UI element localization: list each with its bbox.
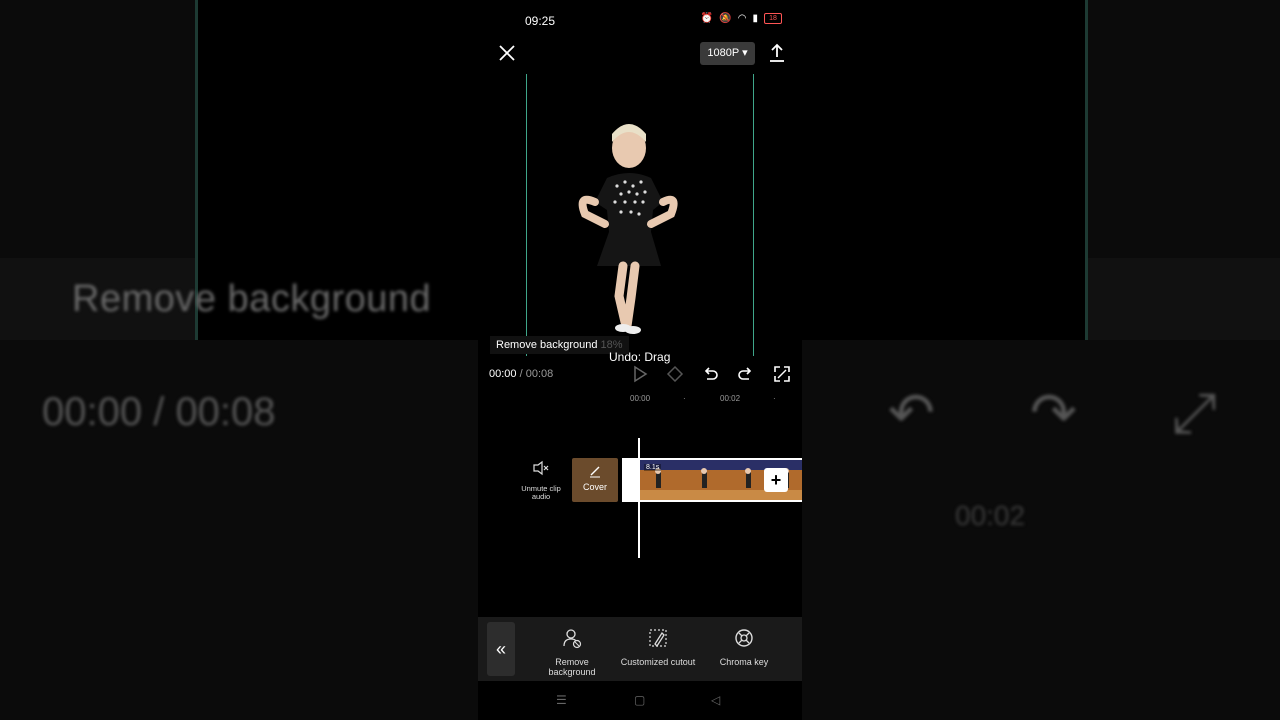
background-remove-text: Remove background	[72, 278, 432, 320]
video-preview[interactable]	[526, 74, 754, 356]
redo-icon[interactable]	[736, 364, 756, 384]
undo-icon[interactable]	[700, 364, 720, 384]
current-time: 00:00	[489, 368, 517, 380]
wifi-icon: ◠	[737, 13, 747, 24]
cover-label: Cover	[582, 482, 607, 492]
remove-background-icon	[563, 629, 582, 649]
edit-pencil-icon	[590, 466, 600, 478]
background-time-text: 00:00 / 00:08	[42, 390, 276, 434]
export-icon[interactable]	[766, 42, 788, 64]
preview-subject-image	[578, 124, 678, 334]
keyframe-icon[interactable]	[665, 364, 685, 384]
alarm-icon: ⏰	[700, 13, 714, 24]
speaker-mute-icon	[533, 460, 549, 476]
bottom-toolbar: « Remove background Customized cutout Ch…	[478, 617, 802, 681]
total-time: / 00:08	[519, 368, 554, 380]
playhead[interactable]	[638, 438, 640, 558]
tool-label: Remove background	[548, 657, 596, 677]
background-time2-text: 00:02	[955, 500, 1026, 531]
signal-icon: ▮	[752, 13, 758, 24]
chroma-key-icon	[735, 629, 753, 647]
battery-icon: 18	[764, 13, 782, 24]
clip-duration: 8.1s	[644, 464, 662, 471]
toast-label: Remove background	[496, 339, 598, 351]
ruler-tick: 00:00	[630, 394, 651, 403]
background-panel-right	[800, 0, 1088, 340]
status-bar: 09:25 ⏰ 🔕 ◠ ▮ 18	[478, 0, 802, 40]
customized-cutout-icon	[649, 629, 667, 648]
phone-screen: 09:25 ⏰ 🔕 ◠ ▮ 18 1080P ▾ Remove backgrou…	[478, 0, 802, 720]
mute-status-icon: 🔕	[719, 13, 732, 24]
home-icon[interactable]: ▢	[634, 693, 645, 707]
ruler-tick: 00:02	[720, 394, 741, 403]
tool-customized-cutout[interactable]: Customized cutout	[618, 627, 698, 667]
play-icon[interactable]	[630, 364, 650, 384]
status-time: 09:25	[525, 14, 556, 28]
tool-remove-background[interactable]: Remove background	[532, 627, 612, 677]
fullscreen-icon[interactable]	[772, 364, 792, 384]
tool-label: Customized cutout	[620, 657, 696, 667]
add-clip-button[interactable]: +	[764, 468, 788, 492]
system-navbar: ☰ ▢ ◁	[478, 681, 802, 720]
recent-apps-icon[interactable]: ☰	[556, 693, 567, 707]
undo-message: Undo: Drag	[609, 350, 671, 364]
close-icon[interactable]	[496, 42, 518, 64]
ruler-tick: ·	[683, 394, 686, 403]
ruler-tick: ·	[773, 394, 776, 403]
background-redo-icon: ↷	[1030, 381, 1077, 444]
background-undo-icon: ↶	[888, 381, 935, 444]
tool-chroma-key[interactable]: Chroma key	[704, 627, 784, 667]
back-icon[interactable]: ◁	[711, 693, 720, 707]
cover-button[interactable]: Cover	[572, 458, 618, 502]
status-icons: ⏰ 🔕 ◠ ▮ 18	[701, 13, 782, 24]
unmute-label: Unmute clip audio	[521, 484, 561, 501]
remove-background-toast: Remove background 18%	[490, 336, 629, 354]
resolution-dropdown[interactable]: 1080P ▾	[700, 42, 755, 65]
unmute-clip-audio-button[interactable]: Unmute clip audio	[518, 460, 564, 501]
tool-label: Chroma key	[719, 657, 769, 667]
timeline-ruler: 00:00 · 00:02 ·	[478, 394, 802, 408]
background-fullscreen-icon: ⤢	[1172, 381, 1217, 444]
collapse-toolbar-button[interactable]: «	[487, 622, 515, 676]
